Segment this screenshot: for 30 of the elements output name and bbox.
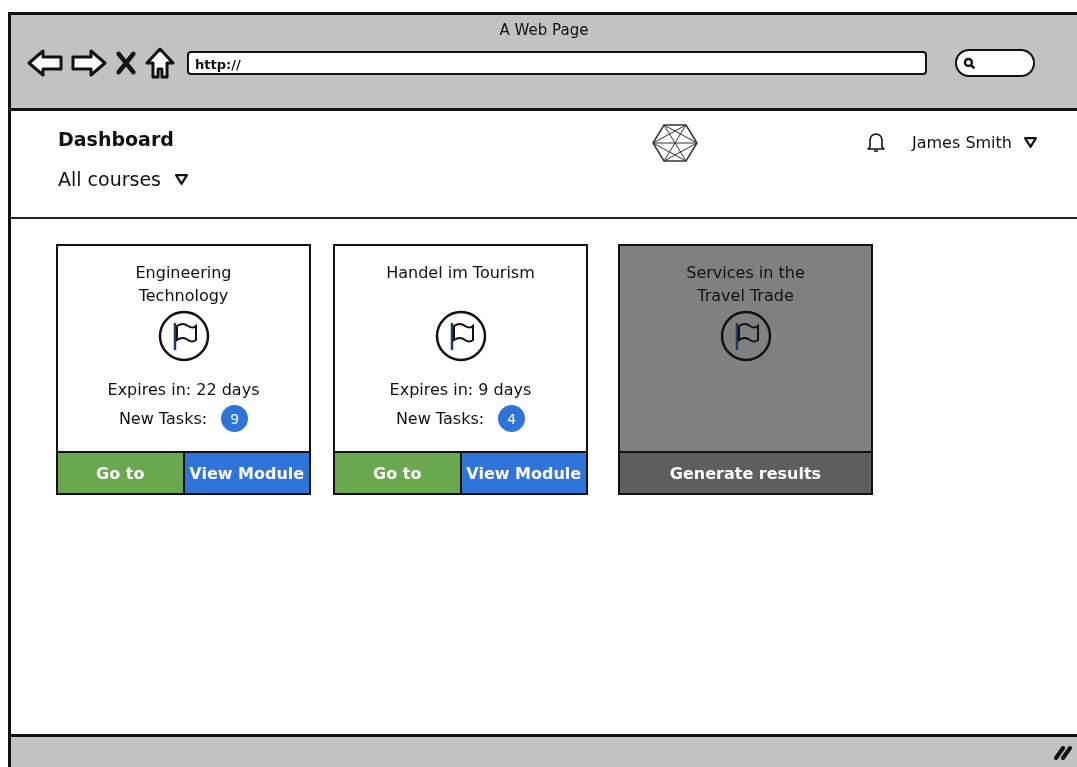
back-icon[interactable]	[27, 48, 63, 78]
course-title: Services in the Travel Trade	[685, 262, 806, 307]
address-field[interactable]: http://	[187, 51, 927, 75]
page-title: Dashboard	[58, 128, 175, 150]
caret-icon	[175, 173, 188, 185]
logo-icon	[651, 123, 698, 163]
view-button[interactable]: View Module	[461, 453, 586, 493]
view-button[interactable]: View Module	[184, 453, 309, 493]
course-title: Engineering Technology	[134, 262, 233, 307]
search-icon	[963, 56, 976, 70]
tasks-label: New Tasks:	[118, 409, 208, 428]
course-filter-dropdown[interactable]: All courses	[58, 168, 188, 190]
flag-icon	[719, 310, 772, 362]
task-count-badge: 9	[221, 405, 249, 432]
caret-icon	[1024, 136, 1037, 148]
course-title: Handel im Tourism	[386, 262, 535, 284]
home-icon[interactable]	[145, 47, 175, 79]
expiry-text: Expires in: 22 days	[107, 380, 260, 399]
resize-grip-icon[interactable]	[1053, 744, 1073, 760]
flag-icon	[434, 310, 487, 362]
close-icon[interactable]	[115, 49, 137, 77]
bell-icon[interactable]	[866, 131, 886, 153]
forward-icon[interactable]	[71, 48, 107, 78]
window-title: A Web Page	[498, 20, 590, 39]
tasks-label: New Tasks:	[395, 409, 485, 428]
search-field[interactable]	[955, 49, 1035, 77]
task-count-badge: 4	[498, 405, 526, 432]
expiry-text: Expires in: 9 days	[389, 380, 532, 399]
user-menu[interactable]: James Smith	[912, 132, 1037, 152]
flag-icon	[157, 310, 210, 362]
